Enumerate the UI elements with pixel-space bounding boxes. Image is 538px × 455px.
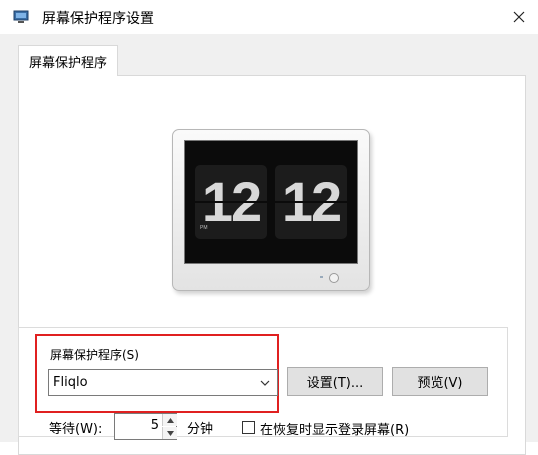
wait-label: 等待(W): xyxy=(49,422,103,437)
chevron-up-icon xyxy=(166,417,174,423)
chevron-down-icon xyxy=(260,380,270,386)
monitor-power-icon xyxy=(329,273,339,283)
monitor-preview: 12 12 PM xyxy=(172,129,372,293)
window-title: 屏幕保护程序设置 xyxy=(42,11,154,27)
settings-button[interactable]: 设置(T)... xyxy=(287,367,383,396)
close-icon xyxy=(513,11,525,23)
screensaver-app-icon xyxy=(13,10,29,23)
wait-stepper[interactable]: 5 xyxy=(114,413,177,440)
screensaver-select[interactable]: Fliqlo xyxy=(48,369,278,396)
close-button[interactable] xyxy=(500,0,538,34)
chevron-down-small-icon xyxy=(166,430,174,436)
preview-button[interactable]: 预览(V) xyxy=(392,367,488,396)
screensaver-selected-value: Fliqlo xyxy=(53,375,88,390)
wait-value[interactable]: 5 xyxy=(115,418,159,433)
stepper-up-button[interactable] xyxy=(162,414,177,426)
resume-login-label[interactable]: 在恢复时显示登录屏幕(R) xyxy=(260,419,409,438)
tab-screensaver[interactable]: 屏幕保护程序 xyxy=(18,45,118,76)
clock-minutes: 12 xyxy=(275,165,347,239)
wait-unit: 分钟 xyxy=(187,422,214,437)
clock-meridiem: PM xyxy=(200,225,208,231)
monitor-frame: 12 12 PM xyxy=(172,129,370,291)
resume-login-checkbox[interactable] xyxy=(242,421,255,434)
stepper-down-button[interactable] xyxy=(162,427,177,439)
title-bar: 屏幕保护程序设置 xyxy=(0,0,538,34)
preview-screen: 12 12 PM xyxy=(184,140,358,264)
monitor-led xyxy=(320,276,323,278)
